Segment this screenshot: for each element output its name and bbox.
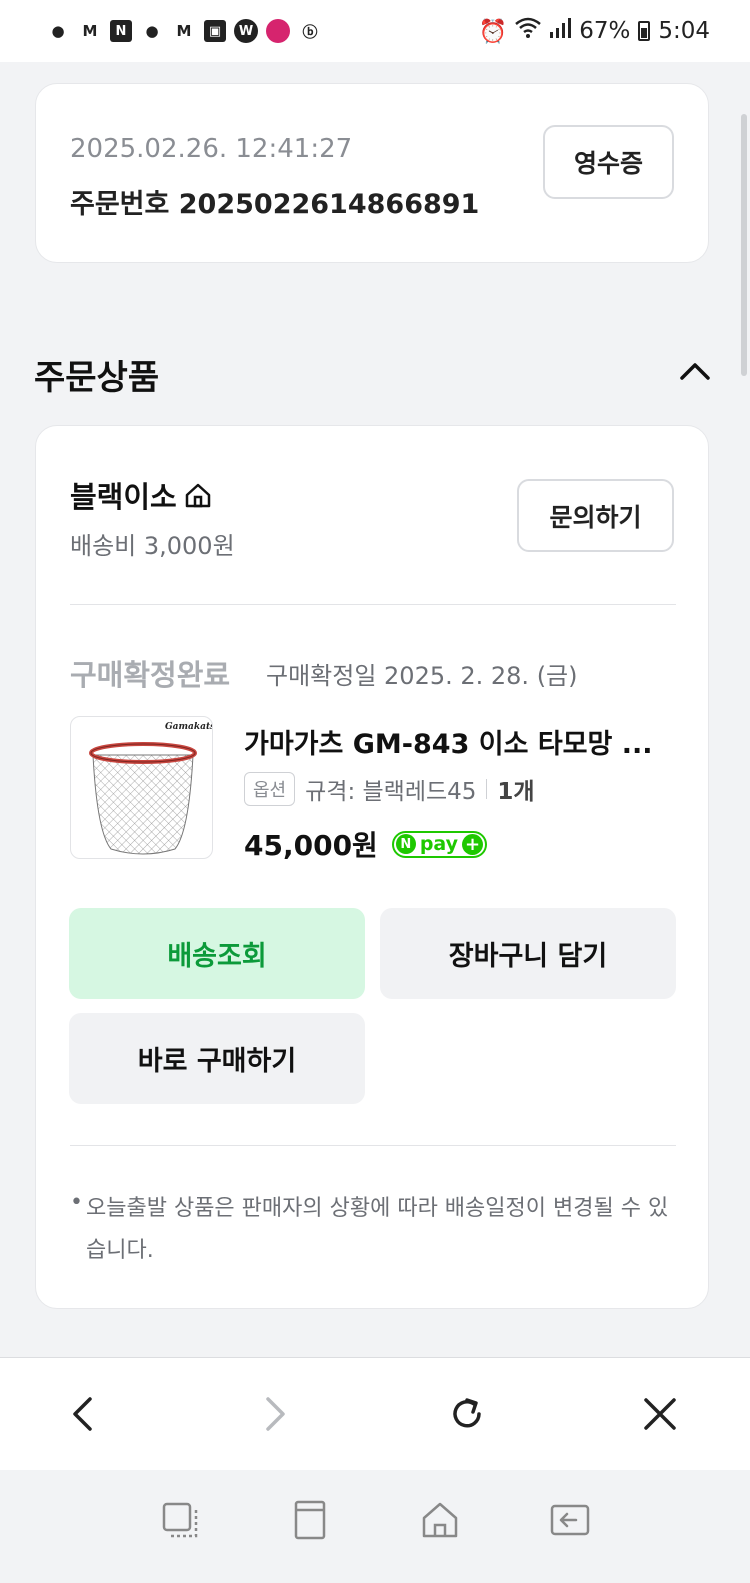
gmail-icon: M <box>176 22 192 40</box>
order-status: 구매확정완료 <box>70 658 231 692</box>
system-nav-bar <box>0 1470 750 1583</box>
order-info-card: 2025.02.26. 12:41:27 주문번호 20250226148668… <box>35 83 709 263</box>
delivery-notice: 오늘출발 상품은 판매자의 상황에 따라 배송일정이 변경될 수 있습니다. <box>86 1196 669 1263</box>
forward-button[interactable] <box>252 1391 298 1437</box>
wifi-icon <box>515 17 542 45</box>
price: 45,000원 <box>244 829 378 862</box>
product-name[interactable]: 가마가츠 GM-843 이소 타모망 ... <box>244 722 676 761</box>
signal-icon <box>549 17 572 45</box>
close-button[interactable] <box>637 1391 683 1437</box>
battery-icon <box>638 21 651 41</box>
won-chat-icon: ● <box>51 22 65 40</box>
add-to-cart-button[interactable]: 장바구니 담기 <box>380 908 676 999</box>
inquiry-button[interactable]: 문의하기 <box>517 479 674 552</box>
won-chat-icon: ● <box>145 22 159 40</box>
shop-name[interactable]: 블랙이소 <box>70 474 213 516</box>
browser-toolbar <box>0 1357 750 1470</box>
plus-icon: + <box>462 833 484 855</box>
b-app-icon: ⓑ <box>302 22 318 41</box>
gallery-icon: ▣ <box>204 20 226 42</box>
battery-percent: 67% <box>579 18 631 44</box>
tabs-icon[interactable] <box>288 1498 332 1542</box>
gmail-icon: M <box>82 22 98 40</box>
confirm-date: 구매확정일 2025. 2. 28. (금) <box>266 662 578 690</box>
chevron-left-icon <box>73 1397 92 1431</box>
naver-icon: N <box>110 20 132 42</box>
system-indicators: ⏰ 67% 5:04 <box>479 17 710 45</box>
reload-button[interactable] <box>444 1391 490 1437</box>
option-row: 옵션 규격: 블랙레드45 1개 <box>244 772 535 806</box>
recent-apps-icon[interactable] <box>158 1498 202 1542</box>
close-icon <box>644 1398 676 1430</box>
option-separator <box>486 779 488 799</box>
price-row: 45,000원 N pay + <box>244 824 488 864</box>
divider <box>70 604 676 605</box>
w-app-icon: W <box>234 19 258 43</box>
section-title: 주문상품 <box>34 358 160 398</box>
quantity: 1개 <box>497 779 535 805</box>
back-button[interactable] <box>60 1391 106 1437</box>
back-nav-icon[interactable] <box>548 1498 592 1542</box>
product-card: 블랙이소 배송비 3,000원 문의하기 구매확정완료 구매확정일 2025. … <box>35 425 709 1309</box>
landing-net-image: Gamakatsu <box>89 722 213 855</box>
option-value: 규격: 블랙레드45 <box>305 779 477 805</box>
shipping-fee: 배송비 3,000원 <box>70 532 235 560</box>
npay-n-icon: N <box>395 834 416 854</box>
npay-plus-badge: N pay + <box>391 830 488 858</box>
clock: 5:04 <box>658 18 710 44</box>
product-thumbnail[interactable]: Gamakatsu <box>70 716 213 859</box>
npay-label: pay <box>419 833 459 855</box>
track-delivery-button[interactable]: 배송조회 <box>69 908 365 999</box>
app-badge-icon <box>266 19 290 43</box>
receipt-button[interactable]: 영수증 <box>543 125 674 199</box>
status-bar: ● M N ● M ▣ W ⓑ ⏰ 67% 5:04 <box>0 0 750 62</box>
order-date: 2025.02.26. 12:41:27 <box>70 134 353 164</box>
home-nav-icon[interactable] <box>418 1498 462 1542</box>
brand-logo: Gamakatsu <box>165 722 213 732</box>
option-tag: 옵션 <box>244 772 296 806</box>
reload-icon <box>453 1398 481 1428</box>
home-icon <box>185 483 210 508</box>
order-number: 주문번호 2025022614866891 <box>70 189 480 220</box>
scrollbar[interactable] <box>741 114 747 376</box>
chevron-right-icon <box>266 1397 285 1431</box>
shop-name-label: 블랙이소 <box>70 480 177 514</box>
divider <box>70 1145 676 1146</box>
chevron-up-icon[interactable] <box>678 358 712 382</box>
notification-icons: ● M N ● M ▣ W ⓑ <box>46 19 322 43</box>
buy-now-button[interactable]: 바로 구매하기 <box>69 1013 365 1104</box>
alarm-icon: ⏰ <box>478 18 508 45</box>
